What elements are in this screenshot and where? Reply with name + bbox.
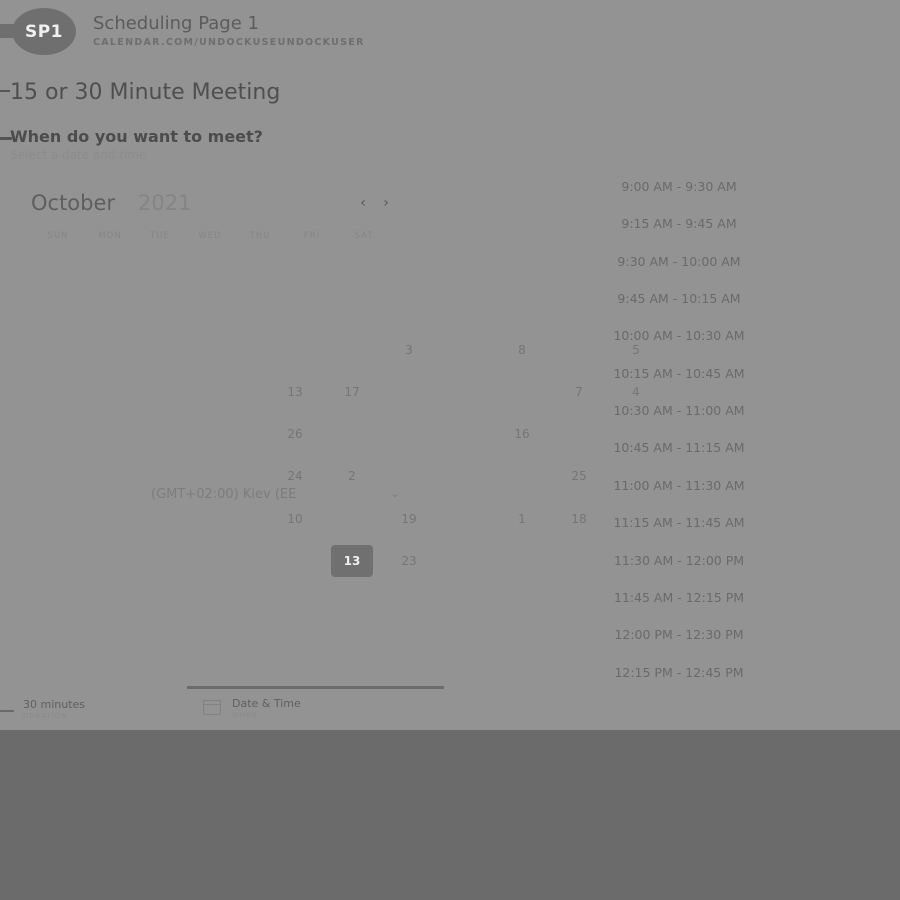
calendar-day[interactable]: 1 [501, 503, 543, 535]
time-slot[interactable]: 11:00 AM - 11:30 AM [603, 473, 755, 499]
chevron-down-icon[interactable]: ⌄ [388, 487, 402, 501]
calendar-day[interactable]: 25 [558, 460, 600, 492]
previous-month-button[interactable]: ‹ [355, 194, 371, 212]
time-slot[interactable]: 9:45 AM - 10:15 AM [603, 286, 755, 312]
duration-marker [0, 710, 14, 712]
weekday-label: TUE [150, 231, 170, 241]
time-slot[interactable]: 10:30 AM - 11:00 AM [603, 398, 755, 424]
duration-step-label[interactable]: 30 minutes [23, 698, 85, 711]
weekday-label: WED [198, 231, 222, 241]
calendar-day[interactable]: 8 [501, 334, 543, 366]
scheduling-page: SP1 Scheduling Page 1 CALENDAR.COM/UNDOC… [0, 0, 900, 730]
calendar-day[interactable]: 26 [274, 418, 316, 450]
calendar-year: 2021 [138, 191, 192, 215]
calendar-day[interactable]: 17 [331, 376, 373, 408]
calendar-day[interactable]: 13 [274, 376, 316, 408]
time-slot[interactable]: 10:00 AM - 10:30 AM [603, 323, 755, 349]
calendar-day[interactable]: 19 [388, 503, 430, 535]
timezone-select[interactable]: (GMT+02:00) Kiev (EE [151, 487, 296, 502]
weekday-label: FRI [303, 231, 321, 241]
calendar-month: October [31, 191, 116, 215]
calendar-day[interactable]: 18 [558, 503, 600, 535]
time-slot[interactable]: 9:00 AM - 9:30 AM [603, 174, 755, 200]
calendar-day[interactable]: 3 [388, 334, 430, 366]
weekday-label: THU [249, 231, 271, 241]
time-slot[interactable]: 12:00 PM - 12:30 PM [603, 622, 755, 648]
date-question: When do you want to meet? [10, 127, 263, 146]
avatar: SP1 [12, 8, 76, 55]
datetime-step-caption: WHEN [232, 711, 258, 719]
calendar-icon [203, 700, 221, 715]
page-url[interactable]: CALENDAR.COM/UNDOCKUSEUNDOCKUSER [93, 37, 365, 48]
time-slot[interactable]: 11:45 AM - 12:15 PM [603, 585, 755, 611]
next-month-button[interactable]: › [378, 194, 394, 212]
time-slot[interactable]: 10:45 AM - 11:15 AM [603, 435, 755, 461]
duration-step-caption: DURATION [23, 712, 68, 720]
time-slot[interactable]: 10:15 AM - 10:45 AM [603, 361, 755, 387]
calendar-day[interactable]: 16 [501, 418, 543, 450]
calendar-day[interactable]: 10 [274, 503, 316, 535]
title-marker [0, 90, 10, 92]
calendar-day[interactable]: 2 [331, 460, 373, 492]
active-step-indicator [187, 686, 444, 689]
calendar-day-selected[interactable]: 13 [331, 545, 373, 577]
meeting-title: 15 or 30 Minute Meeting [10, 80, 281, 105]
time-slot[interactable]: 11:15 AM - 11:45 AM [603, 510, 755, 536]
overlay-backdrop [0, 730, 900, 900]
weekday-label: MON [98, 231, 122, 241]
time-slot[interactable]: 12:15 PM - 12:45 PM [603, 660, 755, 686]
calendar-day[interactable]: 23 [388, 545, 430, 577]
datetime-step-label[interactable]: Date & Time [232, 697, 301, 710]
time-slot[interactable]: 11:30 AM - 12:00 PM [603, 548, 755, 574]
date-subtitle: Select a date and time [10, 148, 147, 162]
weekday-label: SAT [354, 231, 374, 241]
weekday-label: SUN [47, 231, 69, 241]
page-name: Scheduling Page 1 [93, 13, 259, 34]
time-slot[interactable]: 9:15 AM - 9:45 AM [603, 211, 755, 237]
time-slot[interactable]: 9:30 AM - 10:00 AM [603, 249, 755, 275]
calendar-day[interactable]: 7 [558, 376, 600, 408]
